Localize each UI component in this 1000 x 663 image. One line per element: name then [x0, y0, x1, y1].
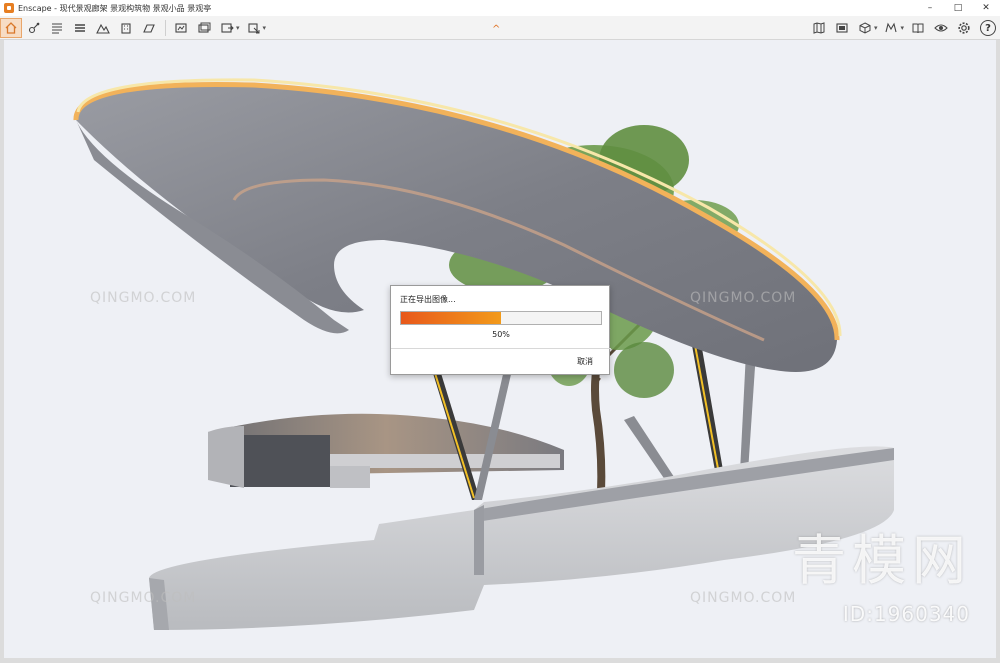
gear-icon	[958, 22, 970, 34]
enscape-window: Enscape - 现代景观廊架 景观构筑物 景观小品 景观亭 – □ ✕ ▾ …	[0, 0, 1000, 663]
cube-icon	[859, 22, 871, 34]
book-icon	[912, 23, 924, 34]
export-progress-bar	[400, 311, 602, 325]
layers-button[interactable]	[69, 18, 91, 38]
watermark-site-text: QINGMO.COM	[90, 590, 197, 606]
orbit-icon	[28, 22, 40, 33]
watermark-site-text: QINGMO.COM	[90, 290, 197, 306]
bottom-edge	[0, 658, 1000, 663]
building-icon	[121, 22, 131, 34]
list-icon	[52, 22, 62, 34]
terrain-button[interactable]	[92, 18, 114, 38]
window-title: Enscape - 现代景观廊架 景观构筑物 景观小品 景观亭	[18, 3, 212, 13]
floor-button[interactable]	[138, 18, 160, 38]
layers-icon	[75, 23, 85, 32]
floor-icon	[143, 23, 155, 33]
asset-dropdown-caret[interactable]: ▾	[874, 24, 878, 32]
export-settings-button[interactable]	[243, 18, 265, 38]
object-list-button[interactable]	[46, 18, 68, 38]
visibility-icon	[934, 24, 948, 32]
watermark-site-text: QINGMO.COM	[690, 290, 797, 306]
orbit-button[interactable]	[23, 18, 45, 38]
batch-render-icon	[198, 22, 211, 33]
close-button[interactable]: ✕	[972, 0, 1000, 16]
batch-render-button[interactable]	[193, 18, 215, 38]
watermark-site-text: QINGMO.COM	[690, 590, 797, 606]
screenshot-icon	[175, 22, 187, 33]
export-settings-dropdown-caret[interactable]: ▾	[263, 24, 267, 32]
cancel-button[interactable]: 取消	[577, 356, 593, 367]
title-bar: Enscape - 现代景观廊架 景观构筑物 景观小品 景观亭 – □ ✕	[0, 0, 1000, 16]
watermark-id: ID:1960340	[842, 602, 970, 626]
toolbar-separator	[165, 19, 166, 36]
export-icon	[221, 22, 234, 33]
view-icon	[885, 22, 898, 33]
help-button[interactable]: ?	[980, 20, 996, 36]
map-button[interactable]	[808, 18, 830, 38]
map-icon	[813, 22, 825, 34]
export-button[interactable]	[216, 18, 238, 38]
right-panel-edge	[996, 40, 1000, 658]
maximize-button[interactable]: □	[944, 0, 972, 16]
window-controls: – □ ✕	[916, 0, 1000, 16]
enscape-app-icon	[4, 3, 14, 13]
home-icon	[5, 21, 17, 34]
home-button[interactable]	[0, 17, 22, 38]
building-button[interactable]	[115, 18, 137, 38]
settings-button[interactable]	[953, 18, 975, 38]
dialog-divider	[391, 348, 611, 349]
asset-library-button[interactable]	[854, 18, 876, 38]
export-progress-dialog: 正在导出图像... 50% 取消	[390, 285, 611, 375]
watermark-brand: 青模网	[792, 529, 972, 592]
progress-fill	[401, 312, 501, 324]
manual-button[interactable]	[907, 18, 929, 38]
views-button[interactable]	[880, 18, 902, 38]
views-dropdown-caret[interactable]: ▾	[900, 24, 904, 32]
settings-export-icon	[247, 22, 260, 33]
progress-percent: 50%	[492, 330, 510, 339]
gallery-icon	[836, 23, 848, 33]
toolbar-right: ▾ ▾ ?	[808, 16, 996, 40]
dialog-title: 正在导出图像...	[400, 295, 456, 304]
minimize-button[interactable]: –	[916, 0, 944, 16]
collapse-toolbar-icon[interactable]: ^	[492, 24, 500, 35]
gallery-button[interactable]	[831, 18, 853, 38]
mountain-icon	[96, 23, 110, 34]
visual-settings-button[interactable]	[930, 18, 952, 38]
export-dropdown-caret[interactable]: ▾	[236, 24, 240, 32]
screenshot-button[interactable]	[170, 18, 192, 38]
